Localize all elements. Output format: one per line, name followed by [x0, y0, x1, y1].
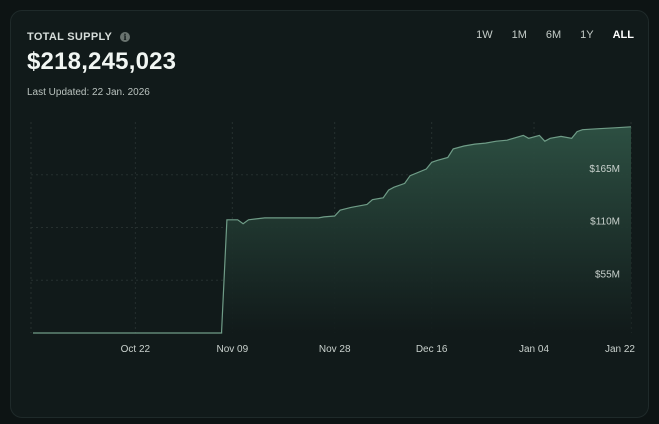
supply-area: [33, 126, 631, 333]
x-tick-label: Jan 04: [519, 344, 549, 355]
x-tick-label: Jan 22: [605, 344, 635, 355]
x-tick-label: Nov 09: [216, 344, 248, 355]
x-tick-label: Dec 16: [416, 344, 448, 355]
x-tick-label: Nov 28: [319, 344, 351, 355]
x-axis-labels: Oct 22 Nov 09 Nov 28 Dec 16 Jan 04 Jan 22: [121, 344, 636, 355]
y-tick-label: $110M: [590, 217, 620, 228]
y-tick-label: $55M: [595, 269, 620, 280]
y-tick-label: $165M: [589, 164, 620, 175]
x-tick-label: Oct 22: [121, 344, 151, 355]
total-supply-chart: $55M $110M $165M Oct 22 Nov 09 Nov 28 Dec 16 J…: [30, 122, 636, 355]
